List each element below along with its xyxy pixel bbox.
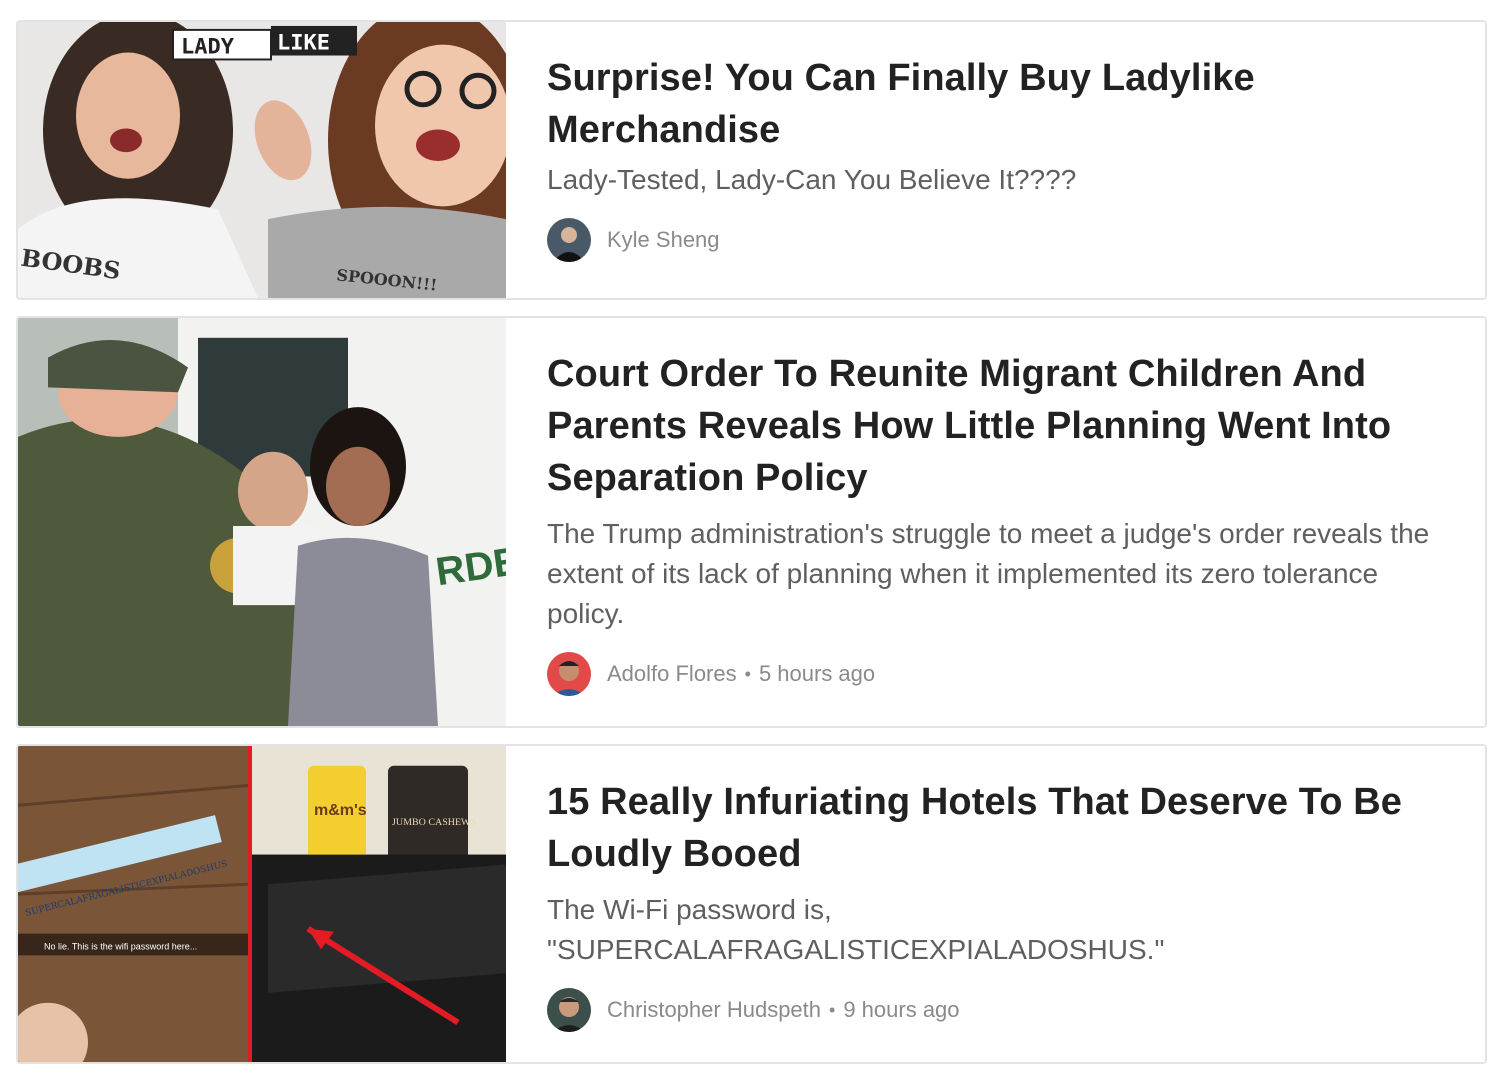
article-thumbnail[interactable]: RDER PA bbox=[18, 318, 506, 726]
photo-caption: No lie. This is the wifi password here..… bbox=[44, 941, 197, 951]
article-title[interactable]: 15 Really Infuriating Hotels That Deserv… bbox=[547, 776, 1445, 880]
article-description: Lady-Tested, Lady-Can You Believe It???? bbox=[547, 164, 1077, 195]
article-time: 9 hours ago bbox=[843, 997, 960, 1022]
article-body: Court Order To Reunite Migrant Children … bbox=[506, 318, 1485, 726]
byline: Kyle Sheng bbox=[547, 218, 1445, 262]
article-title[interactable]: Surprise! You Can Finally Buy Ladylike M… bbox=[547, 52, 1445, 156]
separator-dot: • bbox=[744, 663, 751, 684]
article-thumbnail[interactable]: LADY LIKE BOOBS SPOOON!!! bbox=[18, 22, 506, 298]
separator-dot: • bbox=[829, 999, 836, 1020]
article-body: Surprise! You Can Finally Buy Ladylike M… bbox=[506, 22, 1485, 298]
article-feed: LADY LIKE BOOBS SPOOON!!! Surprise! You … bbox=[0, 0, 1496, 1074]
border-patrol-photo: RDER PA bbox=[18, 318, 506, 726]
article-body: 15 Really Infuriating Hotels That Deserv… bbox=[506, 746, 1485, 1062]
ladylike-logo-left: LADY bbox=[181, 35, 235, 60]
author-name[interactable]: Christopher Hudspeth bbox=[607, 997, 821, 1023]
author-avatar[interactable] bbox=[547, 988, 591, 1032]
author-name[interactable]: Adolfo Flores bbox=[607, 661, 737, 687]
article-description: The Wi-Fi password is, "SUPERCALAFRAGALI… bbox=[547, 894, 1165, 965]
candy-can-label: m&m's bbox=[314, 802, 367, 819]
article-card[interactable]: LADY LIKE BOOBS SPOOON!!! Surprise! You … bbox=[16, 20, 1487, 300]
ladylike-logo-right: LIKE bbox=[277, 31, 330, 56]
article-thumbnail[interactable]: m&m's JUMBO CASHEWS SUPERCALAFRAGALISTIC… bbox=[18, 746, 506, 1062]
article-card[interactable]: m&m's JUMBO CASHEWS SUPERCALAFRAGALISTIC… bbox=[16, 744, 1487, 1064]
author-avatar[interactable] bbox=[547, 652, 591, 696]
author-name[interactable]: Kyle Sheng bbox=[607, 227, 720, 253]
author-avatar[interactable] bbox=[547, 218, 591, 262]
article-card[interactable]: RDER PA Court Order To Reunite Migrant C… bbox=[16, 316, 1487, 728]
ladylike-photo: LADY LIKE BOOBS SPOOON!!! bbox=[18, 22, 506, 298]
article-title[interactable]: Court Order To Reunite Migrant Children … bbox=[547, 348, 1445, 504]
cashew-jar-label: JUMBO CASHEWS bbox=[392, 817, 476, 828]
article-description: The Trump administration's struggle to m… bbox=[547, 518, 1430, 629]
byline: Adolfo Flores • 5 hours ago bbox=[547, 652, 1445, 696]
article-time: 5 hours ago bbox=[758, 661, 876, 686]
byline: Christopher Hudspeth • 9 hours ago bbox=[547, 988, 1445, 1032]
hotel-wifi-photo: m&m's JUMBO CASHEWS SUPERCALAFRAGALISTIC… bbox=[18, 746, 506, 1062]
